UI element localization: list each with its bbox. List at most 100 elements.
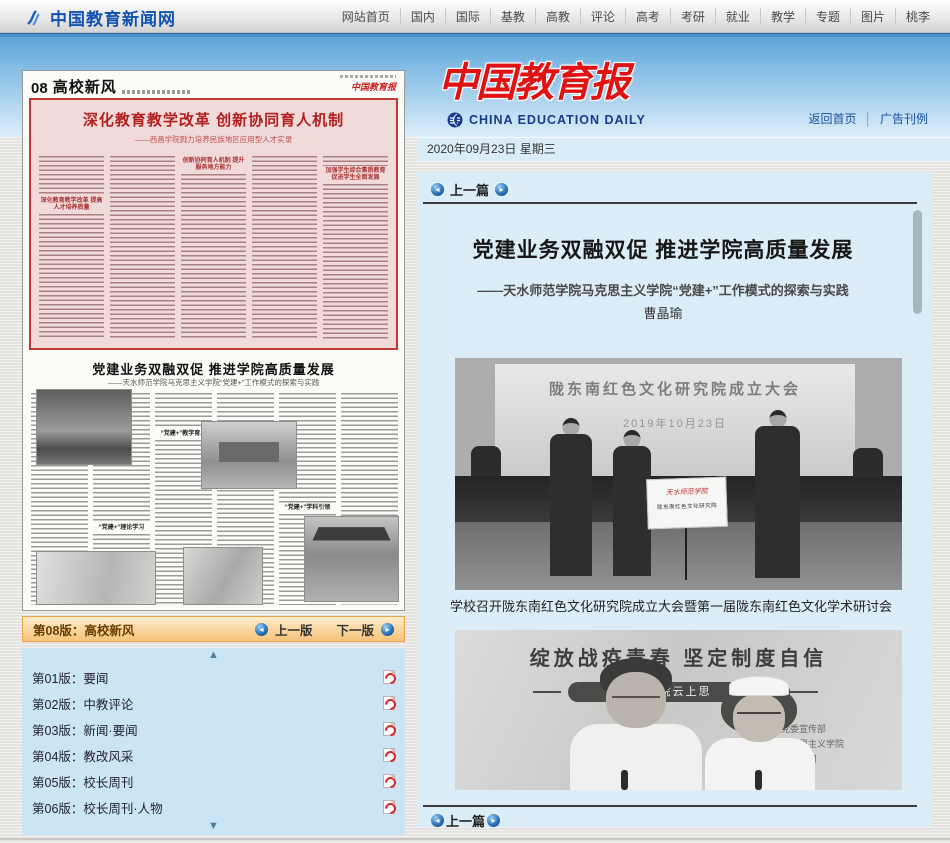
pdf-icon[interactable] xyxy=(383,696,395,710)
prev-article-link[interactable]: 上一篇 xyxy=(446,811,485,830)
nav-higher-edu[interactable]: 高教 xyxy=(535,8,580,25)
article-photo-founding-ceremony: 陇东南红色文化研究院成立大会 2019年10月23日 天水师范学院 陇东南红色文… xyxy=(455,358,902,590)
newsprint-text-lines xyxy=(181,174,246,340)
plaque-line2: 陇东南红色文化研究院 xyxy=(648,501,726,512)
newsprint-text-lines xyxy=(39,156,104,196)
edition-label[interactable]: 第02版：中教评论 xyxy=(32,694,133,713)
masthead-links: 返回首页 │ 广告刊例 xyxy=(808,110,928,127)
lead-subhead: ——西昌学院戮力培养民族地区应用型人才实录 xyxy=(31,134,396,145)
lead-col-heading: 创新协同育人机制 提升服务地方能力 xyxy=(181,156,246,174)
scroll-up-arrow[interactable]: ▲ xyxy=(22,648,405,664)
date-bar: 2020年09月23日 星期三 xyxy=(417,137,950,161)
page-section-name: 高校新风 xyxy=(53,76,117,97)
pdf-icon[interactable] xyxy=(383,670,395,684)
edition-label[interactable]: 第01版：要闻 xyxy=(32,668,108,687)
mini-photo-interview xyxy=(36,551,156,605)
edition-label[interactable]: 第04版：教改风采 xyxy=(32,746,133,765)
newsprint-text-lines xyxy=(110,156,175,340)
lead-columns: 深化教育教学改革 提高人才培养质量 创新协同育人机制 提升服务地方能力 加强学生… xyxy=(39,156,388,340)
prev-article-icon[interactable]: ◂ xyxy=(431,814,444,827)
mini-photo-broadcast xyxy=(183,547,263,605)
pdf-icon[interactable] xyxy=(383,748,395,762)
mini-photo-meeting xyxy=(36,389,132,465)
edition-label[interactable]: 第03版：新闻·要闻 xyxy=(32,720,138,739)
unveiled-plaque: 天水师范学院 陇东南红色文化研究院 xyxy=(646,477,728,530)
next-edition-icon[interactable]: ▸ xyxy=(381,623,394,636)
nav-basic-edu[interactable]: 基教 xyxy=(490,8,535,25)
mini-masthead: 中国教育报 xyxy=(340,75,396,93)
edition-pager-bar: 第08版：高校新风 ◂ 上一版 下一版 ▸ xyxy=(22,616,405,642)
nav-domestic[interactable]: 国内 xyxy=(400,8,445,25)
mini-masthead-dateline xyxy=(340,75,396,78)
back-home-link[interactable]: 返回首页 xyxy=(808,110,856,127)
newsprint-column xyxy=(252,156,317,340)
nav-taoli[interactable]: 桃李 xyxy=(895,8,940,25)
scroll-down-arrow[interactable]: ▼ xyxy=(22,820,405,835)
page-bottom-divider xyxy=(0,838,950,840)
edition-label[interactable]: 第05版：校长周刊 xyxy=(32,772,133,791)
article-nav-bottom: ◂ 上一篇 ▸ xyxy=(431,811,500,830)
second-article-headline: 党建业务双融双促 推进学院高质量发展 xyxy=(23,359,404,378)
edition-row-01[interactable]: 第01版：要闻 xyxy=(22,664,405,690)
newspaper-masthead: 中国教育报 xyxy=(428,50,638,108)
masthead-english: CHINA EDUCATION DAILY xyxy=(469,113,646,127)
ced-logo-icon xyxy=(447,112,463,128)
newsprint-text-lines xyxy=(323,184,388,340)
edition-pager-controls: ◂ 上一版 下一版 ▸ xyxy=(255,620,404,639)
site-topbar: 中国教育新闻网 网站首页 国内 国际 基教 高教 评论 高考 考研 就业 教学 … xyxy=(0,0,950,33)
prev-edition-button[interactable]: 上一版 xyxy=(275,620,313,639)
article-title: 党建业务双融双促 推进学院高质量发展 xyxy=(417,234,909,264)
edition-row-04[interactable]: 第04版：教改风采 xyxy=(22,742,405,768)
photo1-banner-date: 2019年10月23日 xyxy=(495,415,855,431)
link-separator: │ xyxy=(864,112,872,126)
pdf-icon[interactable] xyxy=(383,800,395,814)
standing-person xyxy=(550,418,592,576)
nav-home[interactable]: 网站首页 xyxy=(332,8,400,25)
nav-kaoyan[interactable]: 考研 xyxy=(670,8,715,25)
edition-row-06[interactable]: 第06版：校长周刊·人物 xyxy=(22,794,405,820)
next-article-icon[interactable]: ▸ xyxy=(487,814,500,827)
next-article-icon[interactable]: ▸ xyxy=(495,183,508,196)
photo1-banner-text: 陇东南红色文化研究院成立大会 xyxy=(495,378,855,399)
nav-international[interactable]: 国际 xyxy=(445,8,490,25)
microphone xyxy=(621,770,628,790)
second-article-subhead: ——天水师范学院马克思主义学院“党建+”工作模式的探索与实践 xyxy=(23,377,404,388)
lead-col-heading: 深化教育教学改革 提高人才培养质量 xyxy=(39,196,104,214)
nav-gaokao[interactable]: 高考 xyxy=(625,8,670,25)
article-author: 曹晶瑜 xyxy=(417,303,909,322)
banner-dash xyxy=(533,691,561,693)
pdf-icon[interactable] xyxy=(383,774,395,788)
newspaper-page-preview[interactable]: 08 高校新风 中国教育报 深化教育教学改革 创新协同育人机制 ——西昌学院戮力… xyxy=(22,70,405,611)
newsprint-column: 深化教育教学改革 提高人才培养质量 xyxy=(39,156,104,340)
article-divider-bottom xyxy=(423,805,917,807)
edition-row-03[interactable]: 第03版：新闻·要闻 xyxy=(22,716,405,742)
edition-row-05[interactable]: 第05版：校长周刊 xyxy=(22,768,405,794)
lead-headline: 深化教育教学改革 创新协同育人机制 xyxy=(31,109,396,130)
newspaper-page-header: 08 高校新风 xyxy=(31,76,192,97)
prev-article-icon[interactable]: ◂ xyxy=(431,183,444,196)
section-heading: “党建+”学科引领 xyxy=(279,503,336,514)
scrollbar-thumb[interactable] xyxy=(913,210,922,314)
pdf-icon[interactable] xyxy=(383,722,395,736)
article-photo-online-lesson: 绽放战疫青春 坚定制度自信 学院云上思 党委宣传部 马克思主义学院 水分公司 xyxy=(455,630,902,790)
nav-jobs[interactable]: 就业 xyxy=(715,8,760,25)
prev-edition-icon[interactable]: ◂ xyxy=(255,623,268,636)
newsprint-column: 创新协同育人机制 提升服务地方能力 xyxy=(181,156,246,340)
prev-article-link[interactable]: 上一篇 xyxy=(450,180,489,199)
main-nav: 网站首页 国内 国际 基教 高教 评论 高考 考研 就业 教学 专题 图片 桃李 xyxy=(332,0,940,33)
nav-special[interactable]: 专题 xyxy=(805,8,850,25)
newsprint-text-lines xyxy=(252,156,317,340)
nav-teaching[interactable]: 教学 xyxy=(760,8,805,25)
site-logo[interactable]: 中国教育新闻网 xyxy=(24,5,176,30)
edition-label[interactable]: 第06版：校长周刊·人物 xyxy=(32,798,163,817)
section-heading: “党建+”理论学习 xyxy=(93,523,150,534)
current-edition-label: 第08版：高校新风 xyxy=(23,620,134,639)
ad-rates-link[interactable]: 广告刊例 xyxy=(880,110,928,127)
next-edition-button[interactable]: 下一版 xyxy=(336,620,374,639)
nav-photos[interactable]: 图片 xyxy=(850,8,895,25)
page: 中国教育新闻网 网站首页 国内 国际 基教 高教 评论 高考 考研 就业 教学 … xyxy=(0,0,950,843)
man-figure xyxy=(570,658,702,790)
edition-row-02[interactable]: 第02版：中教评论 xyxy=(22,690,405,716)
newsprint-column xyxy=(110,156,175,340)
nav-comment[interactable]: 评论 xyxy=(580,8,625,25)
